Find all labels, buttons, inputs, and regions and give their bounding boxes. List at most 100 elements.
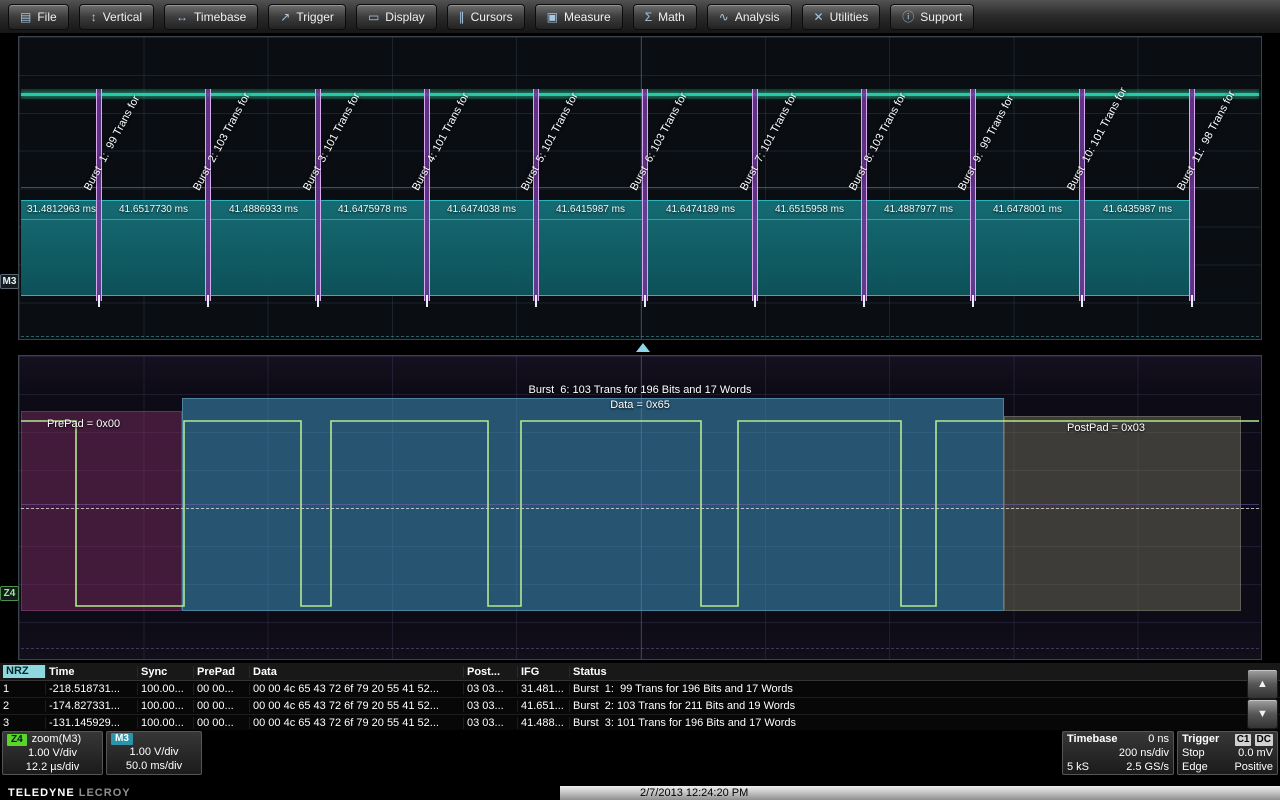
burst-annotation: Burst 4: 101 Trans for [410,91,472,193]
table-scroll-down-button[interactable]: ▼ [1247,699,1278,729]
row-prepad: 00 00... [194,717,250,729]
menu-analysis[interactable]: ∿Analysis [707,4,792,30]
burst-annotation: Burst 3: 101 Trans for [301,91,363,193]
burst-spike [424,89,430,301]
z4-badge: Z4 [7,734,27,746]
z4-trace-tag[interactable]: Z4 [0,586,19,601]
menu-utilities[interactable]: ✕Utilities [802,4,881,30]
row-ifg: 41.651... [518,700,570,712]
ifg-time-value: 31.4812963 ms [27,204,96,215]
datetime-text: 2/7/2013 12:24:20 PM [640,787,748,799]
burst-annotation: Burst 5: 101 Trans for [519,91,581,193]
menu-measure[interactable]: ▣Measure [535,4,623,30]
support-icon: ⓘ [902,11,914,23]
menu-label: Display [385,10,424,24]
menu-cursors[interactable]: ∥Cursors [447,4,525,30]
menu-vertical[interactable]: ↕ Vertical [79,4,154,30]
row-data: 00 00 4c 65 43 72 6f 79 20 55 41 52... [250,717,464,729]
trigger-level: 0.0 mV [1238,747,1273,760]
menu-label: Measure [564,10,611,24]
row-prepad: 00 00... [194,700,250,712]
menu-label: Timebase [194,10,246,24]
row-sync: 100.00... [138,700,194,712]
menu-label: File [37,10,56,24]
decode-result-table: NRZ Time Sync PrePad Data Post... IFG St… [0,663,1280,729]
col-header-nrz: NRZ [0,665,46,678]
trigger-source-badge: C1 [1235,734,1252,746]
menu-label: Cursors [471,10,513,24]
burst-spike [96,89,102,301]
col-header-prepad: PrePad [194,666,250,678]
burst-spike [642,89,648,301]
row-post: 03 03... [464,700,518,712]
menu-label: Vertical [103,10,142,24]
menu-math[interactable]: ΣMath [633,4,697,30]
m3-trace-tag[interactable]: M3 [0,274,19,289]
row-time: -174.827331... [46,700,138,712]
table-row[interactable]: 2 -174.827331... 100.00... 00 00... 00 0… [0,698,1280,715]
timebase-title: Timebase [1067,733,1118,746]
col-header-post: Post... [464,666,518,678]
menu-label: Support [920,10,962,24]
col-header-ifg: IFG [518,666,570,678]
arrow-up-icon: ▲ [1257,678,1268,690]
oscilloscope-screen: ▤ File ↕ Vertical ↔ Timebase ↗Trigger ▭Disp… [0,0,1280,800]
arrow-down-icon: ▼ [1257,708,1268,720]
zoom-waveform-grid[interactable]: Burst 6: 103 Trans for 196 Bits and 17 W… [18,355,1262,660]
nrz-decoder-badge: NRZ [3,665,45,678]
m3-vdiv: 1.00 V/div [130,746,179,759]
burst-annotation: Burst 8: 103 Trans for [847,91,909,193]
menu-trigger[interactable]: ↗Trigger [268,4,346,30]
burst-spike [1189,89,1195,301]
col-header-data: Data [250,666,464,678]
ifg-time-value: 41.6475978 ms [338,204,407,215]
z4-descriptor-box[interactable]: Z4zoom(M3) 1.00 V/div 12.2 µs/div [2,731,103,775]
row-prepad: 00 00... [194,683,250,695]
file-icon: ▤ [20,11,31,23]
timebase-icon: ↔ [176,11,188,23]
prepad-label: PrePad = 0x00 [47,418,120,430]
teledyne-lecroy-logo: TELEDYNE LECROY [8,787,131,799]
burst-annotation: Burst 10: 101 Trans for [1065,86,1130,193]
trigger-descriptor-box[interactable]: TriggerC1 DC Stop0.0 mV EdgePositive [1177,731,1278,775]
row-time: -131.145929... [46,717,138,729]
table-scroll-up-button[interactable]: ▲ [1247,669,1278,699]
m3-descriptor-box[interactable]: M3 1.00 V/div 50.0 ms/div [106,731,202,775]
burst-spike [205,89,211,301]
ifg-time-value: 41.6478001 ms [993,204,1062,215]
burst-spike [1079,89,1085,301]
row-post: 03 03... [464,717,518,729]
z4-name: zoom(M3) [32,733,82,746]
table-row[interactable]: 1 -218.518731... 100.00... 00 00... 00 0… [0,681,1280,698]
ifg-time-value: 41.6474189 ms [666,204,735,215]
menu-timebase[interactable]: ↔ Timebase [164,4,258,30]
row-index: 3 [0,717,46,729]
menu-file[interactable]: ▤ File [8,4,69,30]
row-sync: 100.00... [138,683,194,695]
lower-reference-dash [21,336,1259,337]
ifg-time-value: 41.4887977 ms [884,204,953,215]
burst-annotation: Burst 2: 103 Trans for [191,91,253,193]
nrz-waveform-trace [21,421,1259,606]
timebase-samples: 5 kS [1067,761,1089,774]
menu-display[interactable]: ▭Display [356,4,437,30]
menu-support[interactable]: ⓘ Support [890,4,974,30]
trigger-type: Edge [1182,761,1208,774]
trigger-mode: Stop [1182,747,1205,760]
brand-lecroy: LECROY [79,787,131,799]
burst-spike [315,89,321,301]
row-ifg: 41.488... [518,717,570,729]
zoom-data-label: Data = 0x65 [19,399,1261,411]
row-post: 03 03... [464,683,518,695]
m3-tdiv: 50.0 ms/div [126,760,182,773]
timebase-descriptor-box[interactable]: Timebase0 ns 200 ns/div 5 kS2.5 GS/s [1062,731,1174,775]
menu-bar: ▤ File ↕ Vertical ↔ Timebase ↗Trigger ▭Disp… [0,0,1280,34]
vertical-icon: ↕ [91,11,97,23]
burst-spike [533,89,539,301]
burst-spike [752,89,758,301]
trigger-position-marker[interactable] [636,343,650,352]
m3-badge: M3 [111,733,133,745]
ifg-time-value: 41.6415987 ms [556,204,625,215]
math-icon: Σ [645,11,652,23]
main-waveform-grid[interactable]: 31.4812963 ms 41.6517730 ms 41.4886933 m… [18,36,1262,340]
